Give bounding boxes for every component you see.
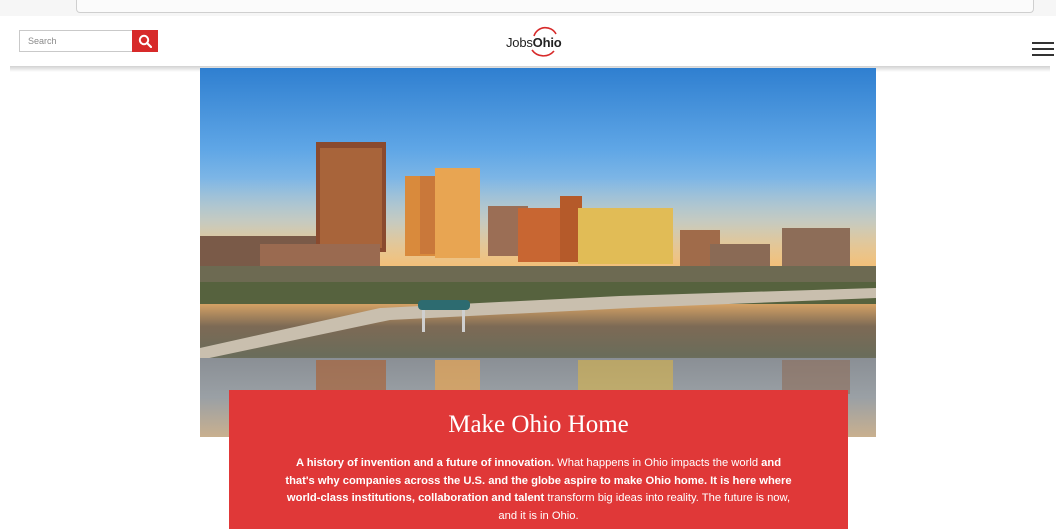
hero-image — [200, 68, 876, 437]
card-title: Make Ohio Home — [448, 411, 629, 438]
card-body: A history of invention and a future of i… — [283, 455, 794, 525]
logo-text: JobsOhio — [506, 35, 562, 50]
search-button[interactable] — [132, 30, 158, 52]
card-body-part: What happens in Ohio impacts the world — [554, 457, 762, 469]
site-header: JobsOhio — [0, 16, 1056, 68]
card-body-part: A history of invention and a future of i… — [295, 457, 555, 469]
address-bar-edge — [76, 0, 1034, 13]
menu-line — [1032, 48, 1054, 50]
search-icon — [138, 34, 152, 48]
browser-top-strip — [0, 0, 1056, 16]
hamburger-menu-icon[interactable] — [1032, 42, 1054, 58]
search-input[interactable] — [19, 30, 132, 52]
logo-suffix: Ohio — [532, 35, 562, 50]
menu-line — [1032, 42, 1054, 44]
site-logo[interactable]: JobsOhio — [506, 26, 576, 58]
logo-prefix: Jobs — [506, 35, 533, 50]
skyline-illustration — [200, 142, 876, 437]
make-ohio-home-card: Make Ohio Home A history of invention an… — [229, 390, 848, 529]
menu-line — [1032, 54, 1054, 56]
search-form — [19, 30, 158, 52]
